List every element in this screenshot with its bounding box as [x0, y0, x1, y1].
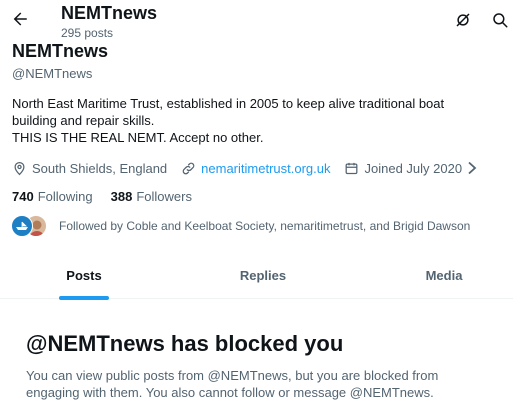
- translate-button[interactable]: [452, 9, 474, 31]
- header-title: NEMTnews: [61, 3, 158, 23]
- followers-label: Followers: [136, 189, 192, 204]
- bio-line: North East Maritime Trust, established i…: [12, 96, 445, 111]
- profile-bio: North East Maritime Trust, established i…: [12, 95, 507, 146]
- follow-stats: 740 Following 388 Followers: [12, 189, 192, 204]
- following-link[interactable]: 740 Following: [12, 189, 93, 204]
- profile-meta: South Shields, England nemaritimetrust.o…: [12, 159, 483, 177]
- translate-icon: [456, 13, 470, 27]
- profile-handle: @NEMTnews: [12, 66, 93, 81]
- joined-date: Joined July 2020: [344, 161, 462, 176]
- tab-label: Media: [425, 268, 463, 283]
- tab-media[interactable]: Media: [404, 252, 484, 299]
- website-link[interactable]: nemaritimetrust.org.uk: [201, 161, 330, 176]
- arrow-left-icon: [13, 12, 27, 26]
- location: South Shields, England: [12, 161, 167, 176]
- back-button[interactable]: [9, 8, 31, 30]
- tab-label: Posts: [66, 268, 102, 283]
- location-pin-icon: [14, 161, 25, 175]
- profile-name: NEMTnews: [12, 41, 109, 61]
- blocked-message-line: engaging with them. You also cannot foll…: [26, 385, 434, 400]
- bio-line: THIS IS THE REAL NEMT. Accept no other.: [12, 130, 264, 145]
- tab-label: Replies: [239, 268, 287, 283]
- top-bar: NEMTnews 295 posts: [0, 0, 513, 42]
- location-text: South Shields, England: [32, 160, 168, 176]
- website[interactable]: nemaritimetrust.org.uk: [181, 161, 330, 176]
- profile-tabs: Posts Replies Media: [0, 252, 513, 300]
- chevron-right-icon: [468, 161, 477, 175]
- active-tab-indicator: [59, 296, 109, 300]
- blocked-message-line: You can view public posts from @NEMTnews…: [26, 368, 439, 383]
- link-icon: [182, 162, 195, 174]
- blocked-message: You can view public posts from @NEMTnews…: [26, 367, 438, 401]
- calendar-icon: [346, 162, 358, 174]
- post-count: 295 posts: [61, 26, 114, 40]
- tab-posts[interactable]: Posts: [44, 252, 124, 299]
- bio-line: building and repair skills.: [12, 113, 155, 128]
- meta-more-button[interactable]: [466, 161, 483, 175]
- avatar: [11, 215, 33, 237]
- joined-text: Joined July 2020: [364, 160, 463, 176]
- following-label: Following: [37, 189, 93, 204]
- search-icon: [493, 13, 508, 28]
- boat-logo-icon: [16, 221, 28, 230]
- followers-count: 388: [110, 189, 133, 204]
- blocked-title: @NEMTnews has blocked you: [26, 331, 344, 356]
- search-button[interactable]: [489, 9, 511, 31]
- following-count: 740: [12, 189, 34, 204]
- followed-by-text: Followed by Coble and Keelboat Society, …: [59, 219, 471, 233]
- followers-link[interactable]: 388 Followers: [111, 189, 192, 204]
- followed-by[interactable]: Followed by Coble and Keelboat Society, …: [11, 215, 470, 237]
- tab-replies[interactable]: Replies: [223, 252, 303, 299]
